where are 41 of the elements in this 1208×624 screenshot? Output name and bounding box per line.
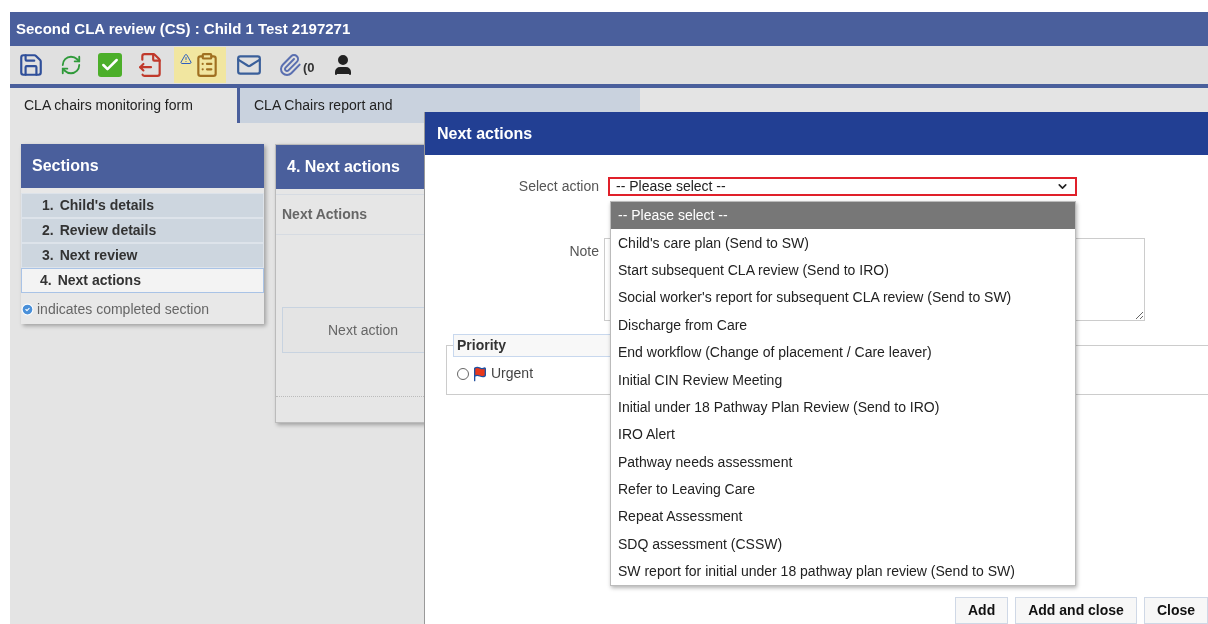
paperclip-icon[interactable] [278, 53, 302, 77]
letter-icon[interactable] [236, 52, 262, 78]
refresh-icon[interactable] [60, 54, 82, 76]
document-export-icon[interactable] [138, 52, 164, 78]
section-item[interactable]: 2. Review details [21, 218, 264, 243]
dropdown-option[interactable]: Child's care plan (Send to SW) [611, 229, 1075, 257]
dropdown-option[interactable]: End workflow (Change of placement / Care leaver) [611, 338, 1075, 367]
dialog-button[interactable]: Close [1143, 597, 1208, 624]
completed-check-icon [21, 303, 34, 316]
dropdown-option[interactable]: Start subsequent CLA review (Send to IRO) [611, 256, 1075, 285]
action-select[interactable]: -- Please select -- [608, 177, 1077, 196]
dialog-button[interactable]: Add and close [1015, 597, 1137, 624]
section-item[interactable]: 4. Next actions [21, 268, 264, 293]
section-item[interactable]: 1. Child's details [21, 193, 264, 218]
dropdown-option[interactable]: Discharge from Care [611, 311, 1075, 339]
dialog-button[interactable]: Add [954, 597, 1009, 624]
section-item[interactable]: 3. Next review [21, 243, 264, 268]
dropdown-option[interactable]: Repeat Assessment [611, 503, 1075, 531]
field-label: Select action [517, 177, 599, 196]
dialog-title: Next actions [425, 112, 1208, 155]
warning-clipboard-icon[interactable] [180, 51, 220, 79]
dropdown-option[interactable]: -- Please select -- [611, 202, 1075, 230]
dropdown-option[interactable]: Pathway needs assessment [611, 448, 1075, 476]
dropdown-option[interactable]: Initial under 18 Pathway Plan Review (Send to IRO) [611, 393, 1075, 422]
checkmark-icon[interactable] [98, 53, 122, 77]
dropdown-option[interactable]: Initial CIN Review Meeting [611, 366, 1075, 394]
option-label: Urgent [491, 364, 534, 383]
window-title: Second CLA review (CS) : Child 1 Test 2197271 [10, 12, 1208, 46]
priority-legend: Priority [453, 334, 613, 357]
save-icon[interactable] [18, 52, 44, 78]
legend-text: indicates completed section [37, 300, 209, 319]
radio-button[interactable] [457, 367, 469, 380]
dropdown-option[interactable]: SW report for initial under 18 pathway plan review (Send to SW) [611, 558, 1075, 586]
dropdown-option[interactable]: IRO Alert [611, 421, 1075, 449]
dropdown-option[interactable]: Refer to Leaving Care [611, 475, 1075, 504]
sections-header: Sections [21, 144, 264, 188]
dropdown-option[interactable]: SDQ assessment (CSSW) [611, 530, 1075, 559]
field-label: Note [568, 242, 599, 261]
attachment-count: (0 [303, 58, 315, 77]
dropdown-option[interactable]: Social worker's report for subsequent CLA review (Send to SW) [611, 284, 1075, 312]
flag-icon [472, 365, 488, 382]
